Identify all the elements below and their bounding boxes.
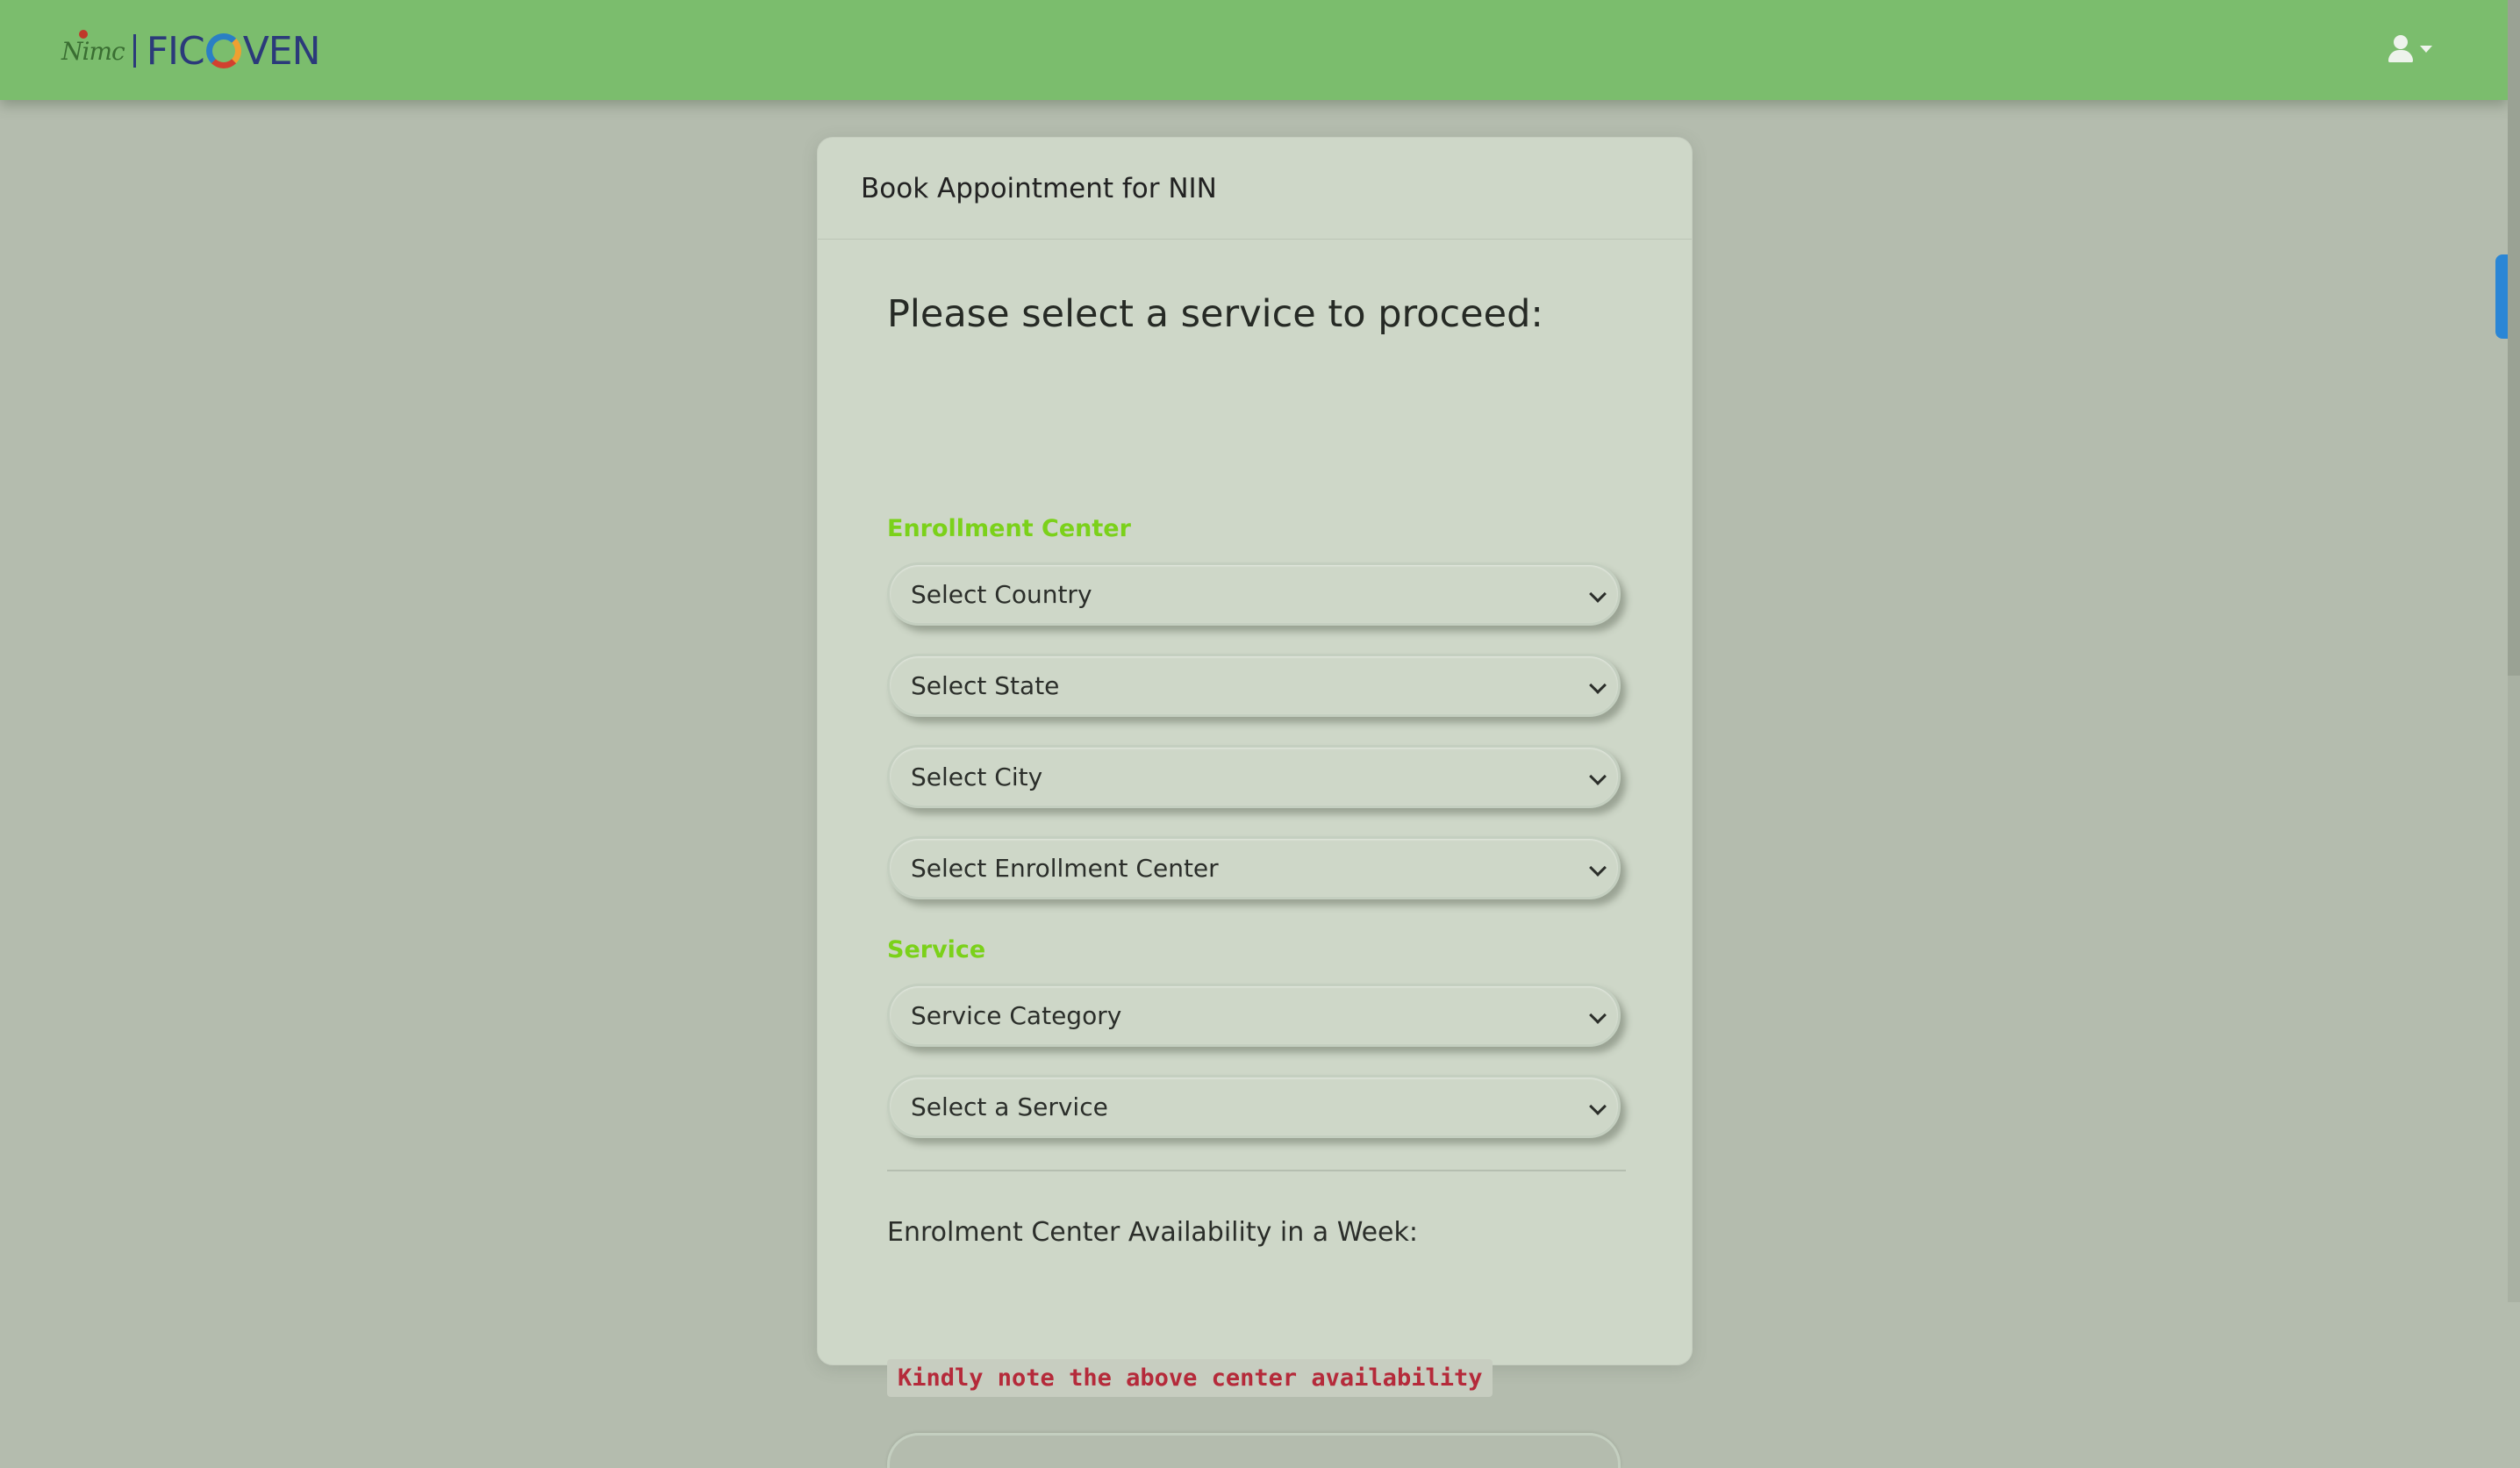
ficoven-wordmark: FIC VEN [146, 28, 321, 74]
country-select-value: Select Country [911, 579, 1092, 609]
nimc-seal-logo: Nimc [61, 29, 125, 66]
scroll-position-indicator [2495, 254, 2508, 339]
availability-label: Enrolment Center Availability in a Week: [887, 1217, 1418, 1248]
service-category-select-value: Service Category [911, 1000, 1122, 1030]
service-category-select[interactable]: Service Category [887, 984, 1621, 1047]
service-select-value: Select a Service [911, 1092, 1108, 1121]
brand-logo[interactable]: Nimc FIC VEN [61, 26, 321, 75]
country-select[interactable]: Select Country [887, 562, 1621, 626]
wordmark-right: VEN [242, 28, 321, 74]
enrollment-center-select-value: Select Enrollment Center [911, 853, 1219, 883]
wordmark-left: FIC [146, 28, 205, 74]
service-label: Service [887, 936, 986, 963]
enrollment-center-select[interactable]: Select Enrollment Center [887, 836, 1621, 899]
chevron-down-icon [1589, 585, 1607, 603]
chevron-down-icon [1589, 859, 1607, 877]
user-menu-toggle[interactable] [2388, 35, 2432, 63]
chevron-down-icon [1589, 1098, 1607, 1115]
chevron-down-icon [1589, 1006, 1607, 1024]
appointment-card: Book Appointment for NIN Please select a… [817, 137, 1693, 1468]
availability-note: Kindly note the above center availabilit… [887, 1359, 1493, 1397]
chevron-down-icon [1589, 677, 1607, 694]
service-select[interactable]: Select a Service [887, 1075, 1621, 1138]
caret-down-icon [2420, 46, 2432, 53]
user-icon [2388, 35, 2413, 63]
card-body: Please select a service to proceed: Enro… [887, 292, 1626, 1468]
wordmark-ring-icon [205, 33, 241, 68]
card-header: Book Appointment for NIN [818, 138, 1692, 240]
page-scrollbar-thumb[interactable] [2508, 0, 2520, 676]
enrollment-center-label: Enrollment Center [887, 515, 1131, 542]
brand-separator [132, 34, 136, 68]
service-prompt-heading: Please select a service to proceed: [887, 292, 1543, 336]
state-select[interactable]: Select State [887, 654, 1621, 717]
card-title: Book Appointment for NIN [861, 172, 1217, 204]
section-divider [887, 1170, 1626, 1171]
chevron-down-icon [1589, 768, 1607, 785]
city-select[interactable]: Select City [887, 745, 1621, 808]
top-navbar: Nimc FIC VEN [0, 0, 2508, 100]
next-field-partial[interactable] [887, 1433, 1621, 1468]
city-select-value: Select City [911, 762, 1043, 791]
state-select-value: Select State [911, 670, 1060, 700]
